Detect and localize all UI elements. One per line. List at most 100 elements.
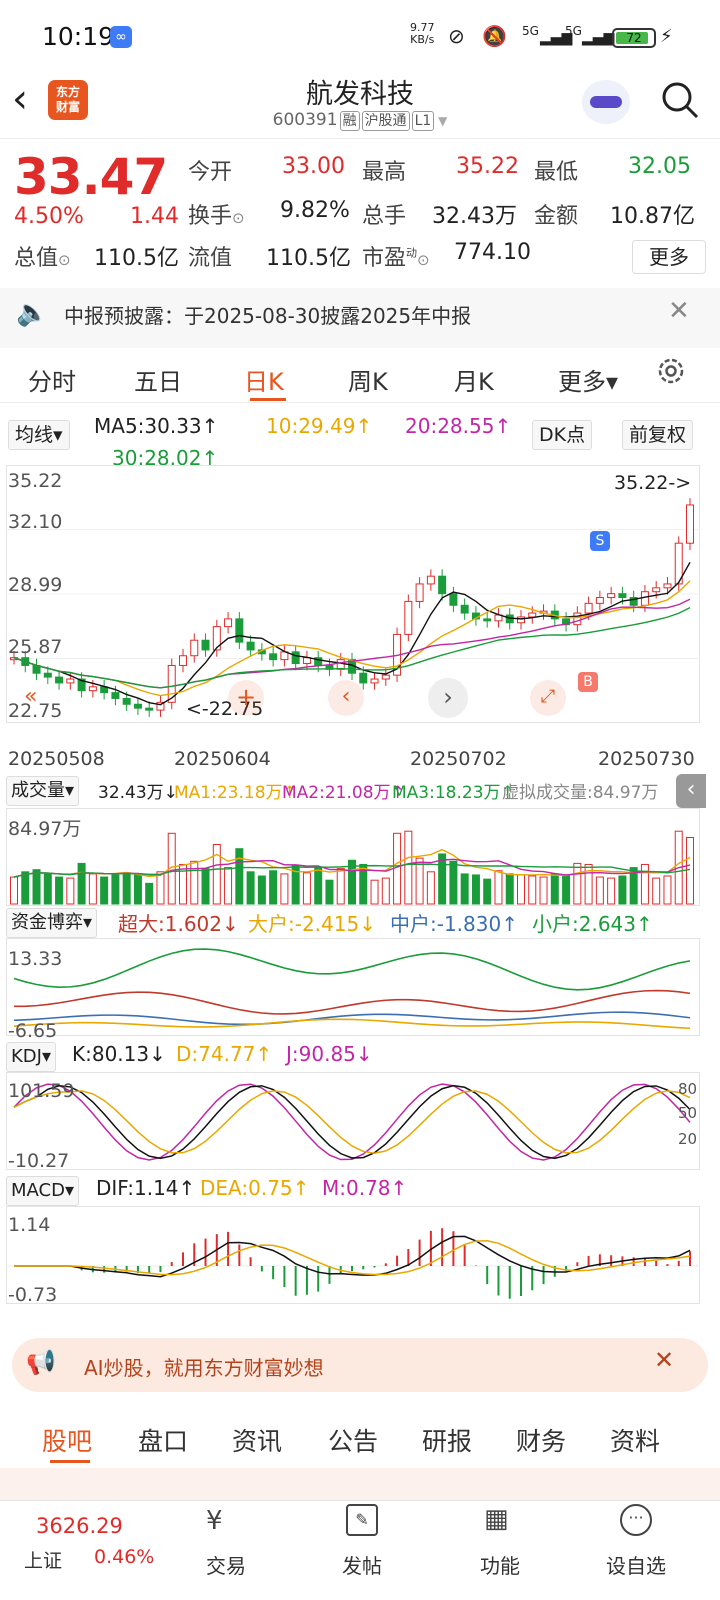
volume-bar bbox=[686, 837, 694, 905]
capital-selector[interactable]: 资金博弈▾ bbox=[6, 908, 98, 938]
index-value[interactable]: 3626.29 bbox=[36, 1514, 123, 1538]
fullscreen-icon[interactable]: ⤢ bbox=[530, 680, 566, 716]
ma-selector[interactable]: 均线▾ bbox=[8, 420, 70, 450]
nav-trade[interactable]: 交易 bbox=[206, 1550, 246, 1579]
candle bbox=[584, 602, 593, 614]
candle bbox=[370, 678, 379, 684]
volume-bar bbox=[426, 871, 435, 905]
more-dots-icon[interactable]: ··· bbox=[620, 1504, 652, 1536]
date-1: 20250604 bbox=[174, 748, 271, 770]
nav-function[interactable]: 功能 bbox=[480, 1550, 520, 1579]
volume-bar bbox=[640, 863, 649, 905]
candle bbox=[573, 612, 582, 626]
volume-bar bbox=[280, 873, 289, 905]
close-icon[interactable]: ✕ bbox=[668, 296, 690, 326]
kdj-20: 20 bbox=[678, 1130, 698, 1148]
volume-bar bbox=[100, 876, 109, 905]
tab-rik[interactable]: 日K bbox=[244, 362, 284, 397]
chevron-right-icon[interactable]: › bbox=[428, 678, 468, 718]
volume-bar bbox=[449, 860, 458, 905]
turnover-label[interactable]: 换手⊙ bbox=[188, 198, 245, 230]
volume-bar bbox=[190, 860, 199, 905]
capital-chart bbox=[6, 938, 700, 1036]
candle bbox=[111, 692, 120, 699]
divider bbox=[0, 138, 720, 139]
kdj-selector[interactable]: KDJ▾ bbox=[6, 1042, 57, 1072]
divider bbox=[0, 402, 720, 403]
capital-l: 大户:-2.415↓ bbox=[248, 912, 376, 936]
speaker-icon: 🔈 bbox=[16, 298, 49, 328]
volume-bar bbox=[336, 868, 345, 905]
tab-gonggao[interactable]: 公告 bbox=[328, 1422, 378, 1458]
nav-post[interactable]: 发帖 bbox=[342, 1550, 382, 1579]
candle bbox=[686, 504, 694, 544]
buy-marker[interactable]: B bbox=[578, 672, 598, 692]
tab-caiwu[interactable]: 财务 bbox=[516, 1422, 566, 1458]
low-value: 32.05 bbox=[628, 154, 691, 179]
sell-marker[interactable]: S bbox=[590, 531, 610, 551]
tab-wuri[interactable]: 五日 bbox=[134, 362, 182, 397]
volume-bar bbox=[663, 875, 672, 905]
open-value: 33.00 bbox=[282, 154, 345, 179]
notice-text: 中报预披露：于2025-08-30披露2025年中报 bbox=[64, 304, 472, 328]
vol-ma1: MA1:23.18万↑ bbox=[174, 783, 297, 803]
tab-fenshi[interactable]: 分时 bbox=[28, 362, 76, 397]
tab-yanbao[interactable]: 研报 bbox=[422, 1422, 472, 1458]
dk-point-button[interactable]: DK点 bbox=[532, 420, 593, 450]
volume-bar bbox=[528, 875, 537, 905]
prev-double-icon[interactable]: « bbox=[24, 684, 60, 712]
tab-guba[interactable]: 股吧 bbox=[42, 1422, 92, 1458]
high-value: 35.22 bbox=[456, 154, 519, 179]
pe-label[interactable]: 市盈动⊙ bbox=[362, 240, 430, 272]
tag-l1: L1 bbox=[411, 111, 435, 131]
volume-selector[interactable]: 成交量▾ bbox=[6, 776, 80, 806]
pe-value: 774.10 bbox=[454, 240, 531, 265]
fuquan-button[interactable]: 前复权 bbox=[622, 420, 694, 450]
settings-gear-icon[interactable] bbox=[656, 356, 686, 386]
kdj-j: J:90.85↓ bbox=[286, 1042, 373, 1066]
tab-more[interactable]: 更多▾ bbox=[558, 362, 618, 397]
tab-zixun[interactable]: 资讯 bbox=[232, 1422, 282, 1458]
volume-bar bbox=[314, 867, 323, 905]
search-icon[interactable] bbox=[660, 80, 700, 120]
open-label: 今开 bbox=[188, 160, 233, 185]
volume-bar bbox=[494, 870, 503, 905]
y-tick-2: 28.99 bbox=[8, 574, 63, 596]
tag-hgt: 沪股通 bbox=[361, 111, 410, 131]
mktcap-label[interactable]: 总值⊙ bbox=[14, 240, 71, 272]
kdj-chart bbox=[6, 1072, 700, 1170]
capital-line-3 bbox=[13, 1018, 691, 1030]
chevron-left-icon[interactable]: ‹ bbox=[328, 680, 364, 716]
nav-watchlist[interactable]: 设自选 bbox=[606, 1550, 666, 1579]
candle bbox=[235, 618, 244, 643]
macd-selector[interactable]: MACD▾ bbox=[6, 1176, 79, 1206]
zoom-in-icon[interactable]: + bbox=[228, 680, 264, 716]
candle bbox=[224, 618, 233, 628]
tab-pankou[interactable]: 盘口 bbox=[138, 1422, 188, 1458]
volume-bar bbox=[201, 868, 210, 905]
compose-icon[interactable]: ✎ bbox=[346, 1504, 378, 1536]
volume-bar bbox=[618, 875, 627, 905]
tab-yuek[interactable]: 月K bbox=[454, 362, 494, 397]
amount-label: 金额 bbox=[534, 204, 579, 229]
collapse-icon[interactable]: ‹ bbox=[676, 774, 706, 808]
more-button[interactable]: 更多 bbox=[632, 240, 706, 274]
candle bbox=[190, 639, 199, 657]
y-tick-3: 25.87 bbox=[8, 636, 63, 658]
trade-icon[interactable]: ¥ bbox=[206, 1506, 223, 1536]
volume-bar bbox=[111, 874, 120, 905]
tab-ziliao[interactable]: 资料 bbox=[610, 1422, 660, 1458]
assistant-robot-icon[interactable] bbox=[582, 80, 630, 124]
capital-s: 小户:2.643↑ bbox=[532, 912, 653, 936]
tag-rong: 融 bbox=[339, 111, 360, 131]
virtual-volume: 虚拟成交量:84.97万 bbox=[502, 783, 659, 803]
post-preview-strip[interactable] bbox=[0, 1468, 720, 1500]
index-name: 上证 bbox=[24, 1550, 63, 1572]
close-icon[interactable]: ✕ bbox=[654, 1346, 674, 1374]
volume-bar bbox=[438, 853, 447, 905]
tab-zhouk[interactable]: 周K bbox=[348, 362, 388, 397]
volume-value: 32.43万 bbox=[432, 204, 517, 229]
apps-icon[interactable]: ▦ bbox=[484, 1504, 509, 1534]
volume-bar bbox=[415, 857, 424, 905]
volume-bar bbox=[43, 873, 52, 905]
